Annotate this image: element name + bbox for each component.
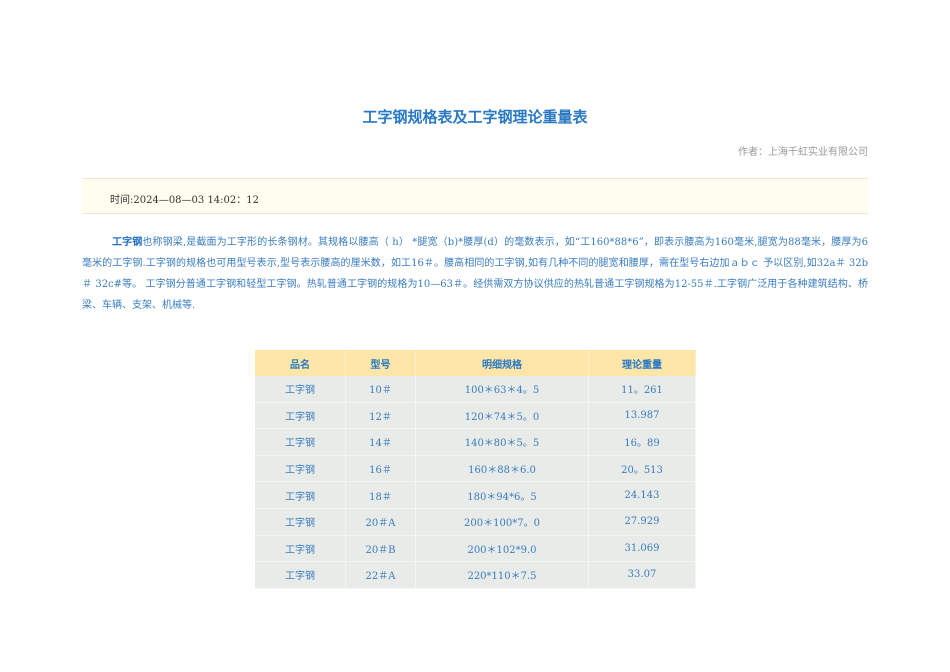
cell-weight: 24.143 — [588, 481, 696, 509]
cell-weight: 33.07 — [588, 561, 696, 589]
col-header-weight: 理论重量 — [588, 350, 696, 376]
spec-table: 品名 型号 明细规格 理论重量 工字钢 10＃ 100＊63＊4。5 11。261 工字… — [255, 350, 696, 589]
cell-spec: 140＊80＊5。5 — [415, 428, 589, 456]
cell-model: 10＃ — [345, 376, 416, 403]
table-row: 工字钢 20＃B 200＊102*9.0 31.069 — [255, 535, 696, 563]
cell-weight: 31.069 — [588, 535, 696, 563]
cell-name: 工字钢 — [255, 428, 346, 456]
cell-weight: 20。513 — [588, 455, 696, 483]
cell-model: 22＃A — [345, 561, 416, 589]
table-row: 工字钢 10＃ 100＊63＊4。5 11。261 — [255, 376, 696, 403]
col-header-name: 品名 — [255, 350, 346, 376]
cell-weight: 13.987 — [588, 402, 696, 430]
cell-name: 工字钢 — [255, 508, 346, 536]
cell-weight: 16。89 — [588, 428, 696, 456]
cell-model: 20＃A — [345, 508, 416, 536]
cell-spec: 160＊88＊6.0 — [415, 455, 589, 483]
table-row: 工字钢 22＃A 220*110＊7.5 33.07 — [255, 561, 696, 589]
table-header-row: 品名 型号 明细规格 理论重量 — [255, 350, 696, 376]
table-row: 工字钢 16＃ 160＊88＊6.0 20。513 — [255, 455, 696, 483]
col-header-spec: 明细规格 — [415, 350, 589, 376]
cell-weight: 11。261 — [588, 376, 696, 403]
cell-spec: 220*110＊7.5 — [415, 561, 589, 589]
cell-spec: 100＊63＊4。5 — [415, 376, 589, 403]
timestamp: 时间:2024—08—03 14:02：12 — [110, 195, 259, 206]
cell-spec: 120＊74＊5。0 — [415, 402, 589, 430]
cell-model: 16＃ — [345, 455, 416, 483]
cell-model: 20＃B — [345, 535, 416, 563]
cell-name: 工字钢 — [255, 481, 346, 509]
cell-name: 工字钢 — [255, 561, 346, 589]
table-row: 工字钢 14＃ 140＊80＊5。5 16。89 — [255, 428, 696, 456]
cell-name: 工字钢 — [255, 376, 346, 403]
author-line: 作者：上海千虹实业有限公司 — [738, 147, 868, 158]
cell-model: 12＃ — [345, 402, 416, 430]
intro-text: 也称钢梁,是截面为工字形的长条钢材。其规格以腰高（ h） *腿宽（b)*腰厚(d… — [82, 237, 868, 311]
cell-spec: 180＊94*6。5 — [415, 481, 589, 509]
table-row: 工字钢 18＃ 180＊94*6。5 24.143 — [255, 481, 696, 509]
cell-name: 工字钢 — [255, 402, 346, 430]
time-box: 时间:2024—08—03 14:02：12 — [82, 178, 868, 214]
table-row: 工字钢 12＃ 120＊74＊5。0 13.987 — [255, 402, 696, 430]
cell-model: 14＃ — [345, 428, 416, 456]
table-row: 工字钢 20＃A 200＊100*7。0 27.929 — [255, 508, 696, 536]
cell-name: 工字钢 — [255, 455, 346, 483]
cell-spec: 200＊100*7。0 — [415, 508, 589, 536]
intro-paragraph: 工字钢也称钢梁,是截面为工字形的长条钢材。其规格以腰高（ h） *腿宽（b)*腰… — [82, 232, 868, 316]
col-header-model: 型号 — [345, 350, 416, 376]
cell-model: 18＃ — [345, 481, 416, 509]
cell-weight: 27.929 — [588, 508, 696, 536]
cell-name: 工字钢 — [255, 535, 346, 563]
page-title: 工字钢规格表及工字钢理论重量表 — [362, 108, 588, 126]
intro-term: 工字钢 — [112, 237, 143, 248]
cell-spec: 200＊102*9.0 — [415, 535, 589, 563]
